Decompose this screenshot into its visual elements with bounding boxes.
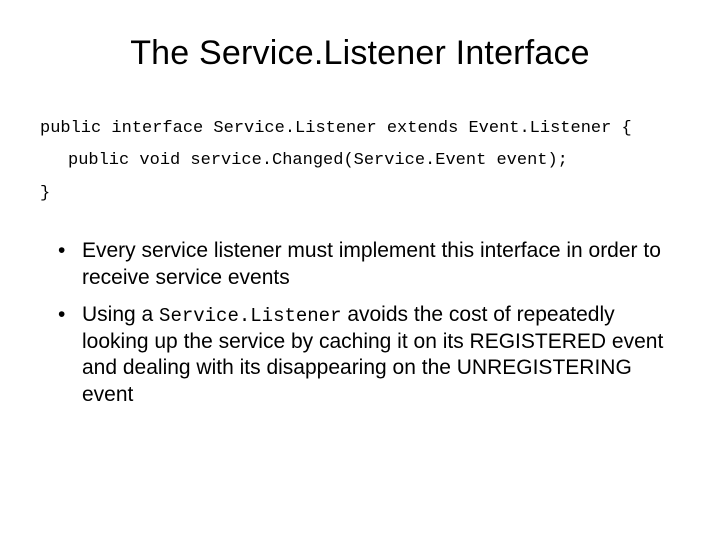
slide-title: The Service.Listener Interface — [40, 34, 680, 73]
bullet-text-prefix: Using a — [82, 303, 159, 326]
inline-code: Service.Listener — [159, 305, 341, 327]
bullet-list: Every service listener must implement th… — [58, 238, 680, 409]
bullet-item: Using a Service.Listener avoids the cost… — [58, 302, 680, 410]
code-line-1: public interface Service.Listener extend… — [40, 119, 632, 138]
bullet-item: Every service listener must implement th… — [58, 238, 680, 292]
bullet-text: Every service listener must implement th… — [82, 239, 661, 289]
code-line-2: public void service.Changed(Service.Even… — [40, 145, 680, 177]
slide: The Service.Listener Interface public in… — [0, 0, 720, 540]
code-line-3: } — [40, 184, 50, 203]
code-block: public interface Service.Listener extend… — [40, 113, 680, 210]
